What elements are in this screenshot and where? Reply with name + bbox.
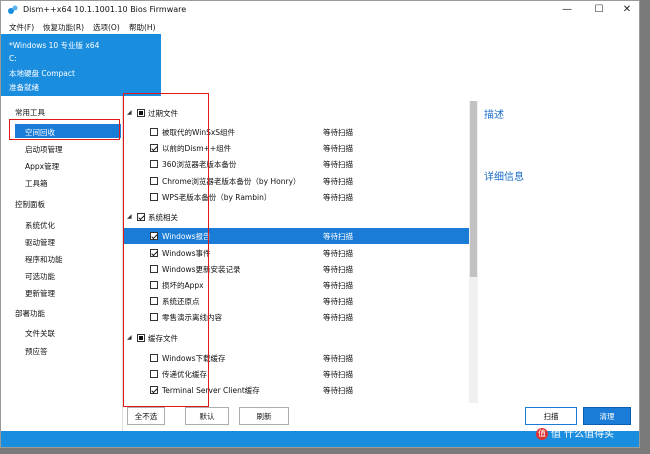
refresh-button[interactable]: 刷新 — [239, 407, 289, 425]
item-status: 等待扫描 — [323, 128, 353, 137]
scan-button[interactable]: 扫描 — [525, 407, 577, 425]
description-heading: 描述 — [484, 110, 504, 121]
menu-restore[interactable]: 恢复功能(R) — [43, 22, 84, 33]
sidebar-item-answer[interactable]: 预应答 — [25, 346, 48, 357]
item-status: 等待扫描 — [323, 193, 353, 202]
status-label: 准备就绪 — [9, 83, 39, 92]
default-button[interactable]: 默认 — [185, 407, 229, 425]
sidebar-group-control: 控制面板 — [15, 200, 45, 209]
details-heading: 详细信息 — [484, 172, 524, 183]
app-window: Dism++x64 10.1.1001.10 Bios Firmware — ☐… — [0, 0, 640, 448]
item-status: 等待扫描 — [323, 160, 353, 169]
list-highlight-box — [123, 93, 209, 407]
item-status: 等待扫描 — [323, 144, 353, 153]
item-status: 等待扫描 — [323, 386, 353, 395]
sidebar-item-toolbox[interactable]: 工具箱 — [25, 178, 48, 189]
item-status: 等待扫描 — [323, 354, 353, 363]
sidebar-group-common: 常用工具 — [15, 108, 45, 117]
watermark-logo-icon: 值 — [536, 428, 548, 440]
minimize-button[interactable]: — — [553, 3, 581, 17]
item-status: 等待扫描 — [323, 232, 353, 241]
item-status: 等待扫描 — [323, 265, 353, 274]
scrollbar-thumb[interactable] — [470, 101, 477, 277]
item-status: 等待扫描 — [323, 249, 353, 258]
sidebar-item-appx[interactable]: Appx管理 — [25, 161, 59, 172]
sidebar: 常用工具 空间回收 启动项管理 Appx管理 工具箱 控制面板 系统优化 驱动管… — [1, 96, 123, 431]
deselect-all-button[interactable]: 全不选 — [127, 407, 165, 425]
sidebar-item-updates[interactable]: 更新管理 — [25, 288, 55, 299]
os-label: *Windows 10 专业版 x64 — [9, 41, 100, 50]
session-header[interactable]: *Windows 10 专业版 x64 C: 本地硬盘 Compact 准备就绪 — [1, 34, 161, 96]
maximize-button[interactable]: ☐ — [585, 3, 613, 17]
item-status: 等待扫描 — [323, 370, 353, 379]
info-panel: 描述 详细信息 — [478, 96, 639, 431]
item-status: 等待扫描 — [323, 313, 353, 322]
drive-label: C: — [9, 54, 17, 63]
item-status: 等待扫描 — [323, 177, 353, 186]
sidebar-item-startup[interactable]: 启动项管理 — [25, 144, 63, 155]
list-scrollbar[interactable] — [469, 101, 478, 403]
sidebar-group-deploy: 部署功能 — [15, 309, 45, 318]
watermark-text: 值 什么值得买 — [551, 429, 615, 440]
close-button[interactable]: ✕ — [613, 3, 641, 17]
site-watermark: 值值 什么值得买 — [536, 425, 614, 440]
disk-label: 本地硬盘 Compact — [9, 69, 75, 78]
menu-bar: 文件(F) 恢复功能(R) 选项(O) 帮助(H) — [1, 19, 639, 34]
sidebar-highlight-box — [9, 119, 120, 140]
menu-options[interactable]: 选项(O) — [93, 22, 120, 33]
menu-file[interactable]: 文件(F) — [9, 22, 34, 33]
window-title: Dism++x64 10.1.1001.10 Bios Firmware — [23, 5, 187, 14]
sidebar-item-optional[interactable]: 可选功能 — [25, 271, 55, 282]
sidebar-item-programs[interactable]: 程序和功能 — [25, 254, 63, 265]
sidebar-item-assoc[interactable]: 文件关联 — [25, 328, 55, 339]
item-status: 等待扫描 — [323, 297, 353, 306]
menu-help[interactable]: 帮助(H) — [129, 22, 156, 33]
dism-app-icon — [8, 5, 18, 14]
title-bar: Dism++x64 10.1.1001.10 Bios Firmware — ☐… — [1, 1, 639, 19]
item-status: 等待扫描 — [323, 281, 353, 290]
sidebar-item-drivers[interactable]: 驱动管理 — [25, 237, 55, 248]
clean-button[interactable]: 清理 — [583, 407, 631, 425]
sidebar-item-optimize[interactable]: 系统优化 — [25, 220, 55, 231]
